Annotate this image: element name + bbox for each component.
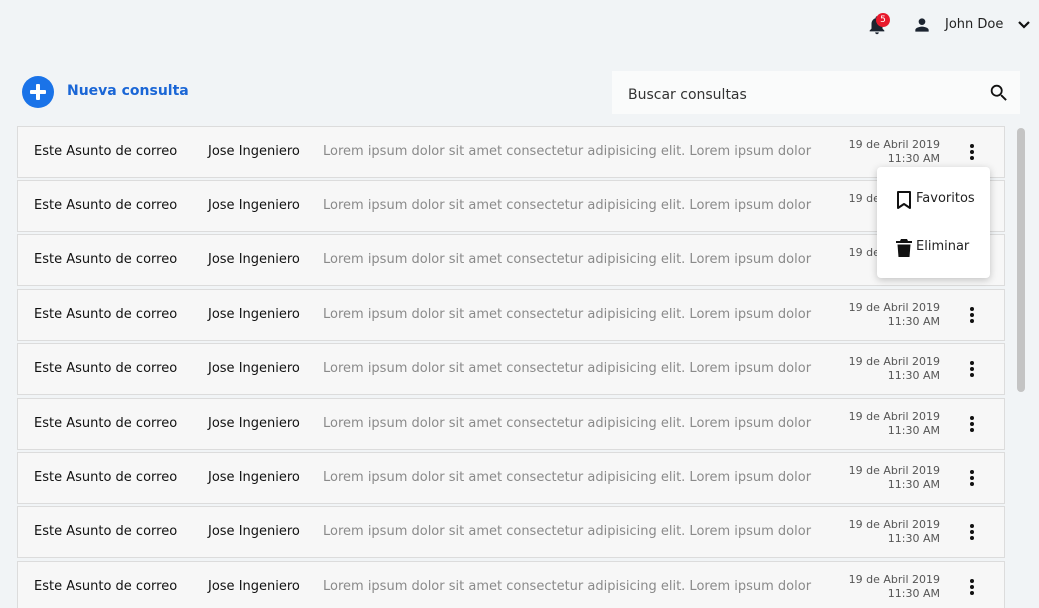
message-subject: Este Asunto de correo xyxy=(34,416,178,431)
search-icon[interactable] xyxy=(988,82,1010,104)
trash-icon xyxy=(896,239,912,257)
message-sender: Jose Ingeniero xyxy=(208,524,300,539)
message-subject: Este Asunto de correo xyxy=(34,470,178,485)
list-item[interactable]: Este Asunto de correo Jose Ingeniero Lor… xyxy=(17,234,1005,286)
message-datetime: 19 de Abril 2019 11:30 AM xyxy=(849,355,940,383)
message-preview: Lorem ipsum dolor sit amet consectetur a… xyxy=(323,144,813,159)
top-bar: 5 John Doe xyxy=(0,0,1039,50)
more-options-icon[interactable] xyxy=(964,142,980,162)
list-item[interactable]: Este Asunto de correo Jose Ingeniero Lor… xyxy=(17,343,1005,395)
chevron-down-icon[interactable] xyxy=(1018,20,1030,30)
message-date: 19 de Abril 2019 xyxy=(848,410,940,423)
user-name[interactable]: John Doe xyxy=(945,17,1003,32)
message-datetime: 19 de Abril 2019 11:30 AM xyxy=(849,301,940,329)
message-datetime: 19 de Abril 2019 11:30 AM xyxy=(849,573,940,601)
message-preview: Lorem ipsum dolor sit amet consectetur a… xyxy=(323,579,813,594)
message-date: 19 de Abril 2019 xyxy=(848,573,940,586)
message-preview: Lorem ipsum dolor sit amet consectetur a… xyxy=(323,361,813,376)
message-subject: Este Asunto de correo xyxy=(34,307,178,322)
message-sender: Jose Ingeniero xyxy=(208,307,300,322)
delete-label: Eliminar xyxy=(916,239,970,254)
new-query-label: Nueva consulta xyxy=(67,83,189,99)
message-sender: Jose Ingeniero xyxy=(208,470,300,485)
message-date: 19 de Abril 2019 xyxy=(848,138,940,151)
favorites-menu-item[interactable]: Favoritos xyxy=(877,179,990,219)
message-sender: Jose Ingeniero xyxy=(208,416,300,431)
message-preview: Lorem ipsum dolor sit amet consectetur a… xyxy=(323,252,813,267)
more-options-icon[interactable] xyxy=(964,414,980,434)
user-icon[interactable] xyxy=(912,15,932,35)
message-time: 11:30 AM xyxy=(887,315,940,328)
scrollbar-thumb[interactable] xyxy=(1017,128,1025,392)
search-input[interactable]: Buscar consultas xyxy=(628,87,747,103)
message-preview: Lorem ipsum dolor sit amet consectetur a… xyxy=(323,470,813,485)
list-item[interactable]: Este Asunto de correo Jose Ingeniero Lor… xyxy=(17,561,1005,608)
message-datetime: 19 de Abril 2019 11:30 AM xyxy=(849,464,940,492)
message-time: 11:30 AM xyxy=(887,532,940,545)
list-item[interactable]: Este Asunto de correo Jose Ingeniero Lor… xyxy=(17,180,1005,232)
message-subject: Este Asunto de correo xyxy=(34,361,178,376)
more-options-icon[interactable] xyxy=(964,577,980,597)
message-preview: Lorem ipsum dolor sit amet consectetur a… xyxy=(323,524,813,539)
message-datetime: 19 de Abril 2019 11:30 AM xyxy=(849,138,940,166)
more-options-icon[interactable] xyxy=(964,305,980,325)
messages-list: Este Asunto de correo Jose Ingeniero Lor… xyxy=(17,126,1007,608)
message-subject: Este Asunto de correo xyxy=(34,579,178,594)
notification-badge: 5 xyxy=(876,13,890,27)
list-item[interactable]: Este Asunto de correo Jose Ingeniero Lor… xyxy=(17,452,1005,504)
message-time: 11:30 AM xyxy=(887,424,940,437)
scrollbar[interactable] xyxy=(1013,126,1027,608)
bookmark-icon xyxy=(897,191,911,209)
more-options-icon[interactable] xyxy=(964,522,980,542)
message-datetime: 19 de Abril 2019 11:30 AM xyxy=(849,410,940,438)
message-sender: Jose Ingeniero xyxy=(208,144,300,159)
list-item[interactable]: Este Asunto de correo Jose Ingeniero Lor… xyxy=(17,398,1005,450)
message-subject: Este Asunto de correo xyxy=(34,524,178,539)
list-item[interactable]: Este Asunto de correo Jose Ingeniero Lor… xyxy=(17,126,1005,178)
message-sender: Jose Ingeniero xyxy=(208,198,300,213)
delete-menu-item[interactable]: Eliminar xyxy=(877,227,990,267)
message-time: 11:30 AM xyxy=(887,152,940,165)
message-time: 11:30 AM xyxy=(887,587,940,600)
message-date: 19 de Abril 2019 xyxy=(848,355,940,368)
list-item[interactable]: Este Asunto de correo Jose Ingeniero Lor… xyxy=(17,506,1005,558)
message-time: 11:30 AM xyxy=(887,369,940,382)
message-sender: Jose Ingeniero xyxy=(208,361,300,376)
message-date: 19 de Abril 2019 xyxy=(848,301,940,314)
message-date: 19 de Abril 2019 xyxy=(848,464,940,477)
message-subject: Este Asunto de correo xyxy=(34,144,178,159)
search-box[interactable]: Buscar consultas xyxy=(612,71,1020,114)
message-sender: Jose Ingeniero xyxy=(208,579,300,594)
message-subject: Este Asunto de correo xyxy=(34,252,178,267)
message-preview: Lorem ipsum dolor sit amet consectetur a… xyxy=(323,416,813,431)
message-sender: Jose Ingeniero xyxy=(208,252,300,267)
message-datetime: 19 de Abril 2019 11:30 AM xyxy=(849,518,940,546)
plus-icon xyxy=(22,76,54,108)
message-date: 19 de Abril 2019 xyxy=(848,518,940,531)
favorites-label: Favoritos xyxy=(916,191,975,206)
message-subject: Este Asunto de correo xyxy=(34,198,178,213)
message-time: 11:30 AM xyxy=(887,478,940,491)
message-preview: Lorem ipsum dolor sit amet consectetur a… xyxy=(323,307,813,322)
message-preview: Lorem ipsum dolor sit amet consectetur a… xyxy=(323,198,813,213)
context-menu: Favoritos Eliminar xyxy=(877,167,990,278)
more-options-icon[interactable] xyxy=(964,359,980,379)
new-query-button[interactable]: Nueva consulta xyxy=(21,75,201,109)
more-options-icon[interactable] xyxy=(964,468,980,488)
list-item[interactable]: Este Asunto de correo Jose Ingeniero Lor… xyxy=(17,289,1005,341)
